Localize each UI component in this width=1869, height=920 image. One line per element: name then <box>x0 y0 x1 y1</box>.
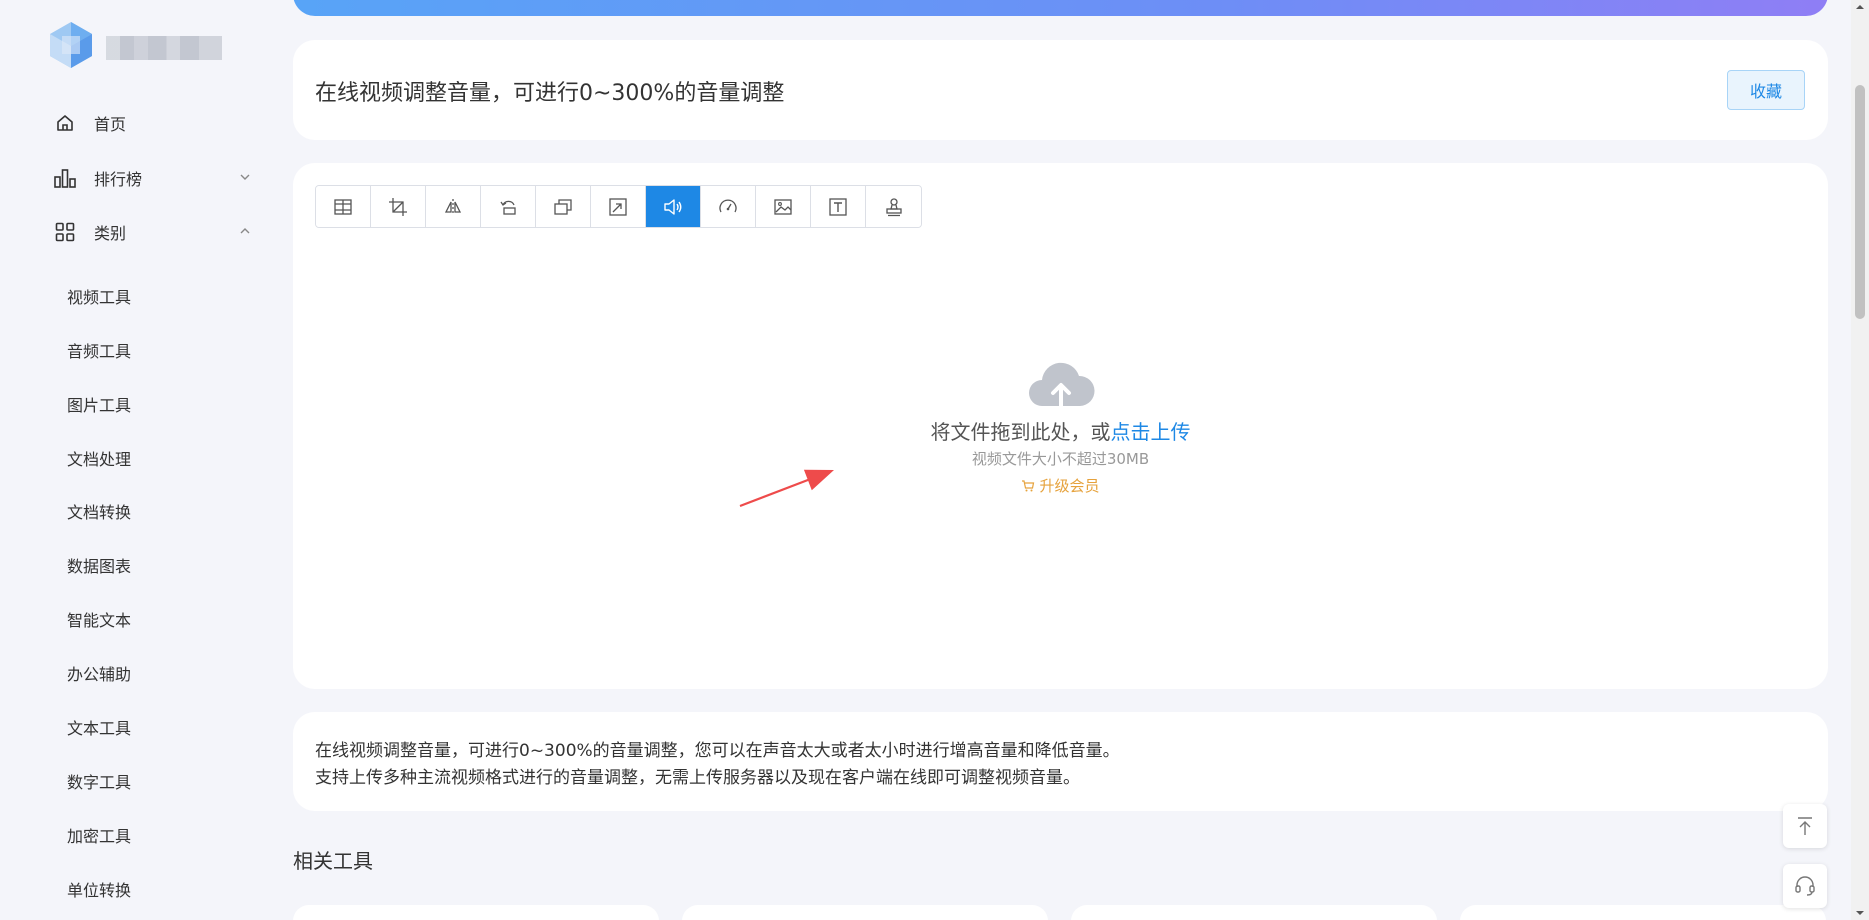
description-card: 在线视频调整音量，可进行0~300%的音量调整，您可以在声音太大或者太小时进行增… <box>293 712 1828 811</box>
nav-category[interactable]: 类别 <box>52 217 252 247</box>
home-icon <box>52 110 78 136</box>
category-item[interactable]: 数据图表 <box>67 555 131 579</box>
nav-home[interactable]: 首页 <box>52 108 252 138</box>
logo-icon <box>50 22 92 68</box>
rotate-tool[interactable] <box>481 186 536 227</box>
favorite-button[interactable]: 收藏 <box>1727 70 1805 110</box>
click-upload-link[interactable]: 点击上传 <box>1111 420 1191 444</box>
logo[interactable] <box>48 20 223 70</box>
back-to-top-icon <box>1798 817 1812 835</box>
nav-home-label: 首页 <box>94 115 127 134</box>
nav-category-label: 类别 <box>94 224 127 243</box>
cart-icon <box>1022 479 1035 491</box>
upload-dropzone[interactable]: 将文件拖到此处，或点击上传 视频文件大小不超过30MB 升级会员 <box>293 358 1828 497</box>
text-tool[interactable] <box>811 186 866 227</box>
rotate-icon <box>500 200 516 215</box>
cloud-upload-icon <box>1028 362 1095 410</box>
chevron-up-icon[interactable] <box>238 224 252 238</box>
category-item[interactable]: 办公辅助 <box>67 663 131 687</box>
category-item[interactable]: 单位转换 <box>67 879 131 903</box>
tool-card: 将文件拖到此处，或点击上传 视频文件大小不超过30MB 升级会员 <box>293 163 1828 689</box>
upload-size-hint: 视频文件大小不超过30MB <box>971 450 1150 468</box>
title-card: 在线视频调整音量，可进行0~300%的音量调整 收藏 <box>293 40 1828 140</box>
related-tools-title: 相关工具 <box>293 849 373 873</box>
video-split-icon <box>334 198 352 215</box>
category-item[interactable]: 图片工具 <box>67 394 131 418</box>
video-split-tool[interactable] <box>316 186 371 227</box>
flip-icon <box>444 198 462 215</box>
grid-icon <box>52 219 78 245</box>
category-item[interactable]: 文档转换 <box>67 501 131 525</box>
aspect-icon <box>554 198 572 215</box>
page-title: 在线视频调整音量，可进行0~300%的音量调整 <box>315 81 785 106</box>
category-item[interactable]: 数字工具 <box>67 771 131 795</box>
sidebar: 首页 排行榜 类别 视频工具 音频工具 图片工具 文档处理 文档转换 数据图表 … <box>0 0 270 920</box>
image-tool[interactable] <box>756 186 811 227</box>
speed-tool[interactable] <box>701 186 756 227</box>
tool-toolbar <box>315 185 922 228</box>
scroll-thumb[interactable] <box>1855 85 1865 319</box>
crop-icon <box>389 197 407 216</box>
speed-icon <box>719 199 737 212</box>
nav-ranking[interactable]: 排行榜 <box>52 163 252 193</box>
drop-text: 将文件拖到此处，或点击上传 <box>293 416 1828 445</box>
drop-instruction: 将文件拖到此处，或 <box>930 420 1111 444</box>
bar-chart-icon <box>52 165 78 191</box>
nav-ranking-label: 排行榜 <box>94 170 143 189</box>
aspect-ratio-tool[interactable] <box>536 186 591 227</box>
description-line: 在线视频调整音量，可进行0~300%的音量调整，您可以在声音太大或者太小时进行增… <box>315 741 1120 761</box>
resize-icon <box>609 197 627 216</box>
related-tool-card[interactable] <box>1460 905 1826 920</box>
page-scrollbar[interactable] <box>1851 0 1869 920</box>
image-icon <box>774 198 792 215</box>
category-item[interactable]: 加密工具 <box>67 825 131 849</box>
customer-service-button[interactable] <box>1783 864 1827 908</box>
headset-icon <box>1795 876 1815 896</box>
top-banner <box>293 0 1828 16</box>
category-item[interactable]: 视频工具 <box>67 286 131 310</box>
upgrade-label: 升级会员 <box>1039 477 1100 495</box>
category-item[interactable]: 智能文本 <box>67 609 131 633</box>
category-item[interactable]: 文档处理 <box>67 448 131 472</box>
stamp-icon <box>885 197 902 216</box>
chevron-down-icon[interactable] <box>238 170 252 184</box>
related-tool-card[interactable] <box>1071 905 1437 920</box>
description-line: 支持上传多种主流视频格式进行的音量调整，无需上传服务器以及现在客户端在线即可调整… <box>315 768 1080 788</box>
category-item[interactable]: 文本工具 <box>67 717 131 741</box>
flip-tool[interactable] <box>426 186 481 227</box>
volume-icon <box>664 198 682 215</box>
upgrade-member-link[interactable]: 升级会员 <box>1021 475 1100 496</box>
related-tool-card[interactable] <box>293 905 659 920</box>
text-icon <box>829 197 847 216</box>
scroll-down-icon[interactable] <box>1855 908 1865 918</box>
back-to-top-button[interactable] <box>1783 804 1827 848</box>
scroll-up-icon[interactable] <box>1855 2 1865 12</box>
category-item[interactable]: 音频工具 <box>67 340 131 364</box>
volume-tool[interactable] <box>646 186 701 227</box>
logo-text-blurred <box>106 36 222 60</box>
resize-tool[interactable] <box>591 186 646 227</box>
related-tool-card[interactable] <box>682 905 1048 920</box>
crop-tool[interactable] <box>371 186 426 227</box>
stamp-tool[interactable] <box>866 186 921 227</box>
